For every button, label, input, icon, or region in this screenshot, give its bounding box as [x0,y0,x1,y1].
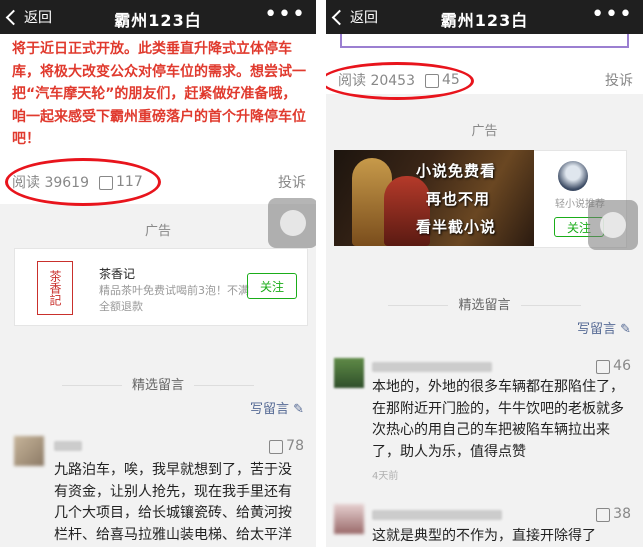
ad-description: 精品茶叶免费试喝前3泡！不满全额退款 [99,284,249,313]
ad-card[interactable]: 茶香記 茶香记 精品茶叶免费试喝前3泡！不满全额退款 关注 [14,248,308,326]
comment-author [54,441,82,451]
more-options-button[interactable]: ••• [591,2,633,27]
annotation-ellipse [5,158,161,206]
comment-likes[interactable]: 46 [596,358,631,374]
comment-avatar[interactable] [334,504,364,534]
ad-name: 茶香记 [99,267,136,281]
featured-comments-title: 精选留言 [326,294,643,313]
article-text: 将于近日正式开放。此类垂直升降式立体停车库，将极大改变公众对停车位的需求。想尝试… [12,41,306,147]
comment-author [372,362,492,372]
comment-text: 这就是典型的不作为，直接开除得了 [372,528,596,544]
comment-text: 九路泊车，唉，我早就想到了，苦于没有资金，让别人抢先，现在我手里还有几个大项目，… [54,462,292,543]
banner-text: 看半截小说 [416,218,497,236]
thumb-up-icon [596,360,611,374]
left-screenshot: 返回 霸州123白 ••• 将于近日正式开放。此类垂直升降式立体停车库，将极大改… [0,0,316,547]
nav-bar: 返回 霸州123白 ••• [326,0,643,34]
annotation-ellipse [326,62,474,100]
follow-button[interactable]: 关注 [247,273,297,299]
banner-text: 再也不用 [426,190,491,208]
comment-likes[interactable]: 38 [596,506,631,522]
featured-comments-title: 精选留言 [0,374,316,393]
comment-avatar[interactable] [334,358,364,388]
comment-time: 4天前 [372,471,399,482]
ad-avatar [558,161,588,191]
report-link[interactable]: 投诉 [605,70,633,90]
more-options-button[interactable]: ••• [264,2,306,27]
comment-avatar[interactable] [14,436,44,466]
floating-assistive-button[interactable] [268,198,316,248]
thumb-up-icon [269,440,284,454]
write-comment-link[interactable]: 写留言 ✎ [577,318,631,337]
content-box-edge [340,34,629,48]
ad-logo: 茶香記 [37,261,73,315]
comment-text: 本地的，外地的很多车辆都在那陷住了，在那附近开门脸的，牛牛饮吧的老板就多次热心的… [372,379,624,460]
thumb-up-icon [596,508,611,522]
banner-text: 小说免费看 [416,162,497,180]
ad-banner-image[interactable]: 小说免费看 再也不用 看半截小说 [334,150,534,246]
ad-label: 广告 [471,124,498,139]
write-comment-link[interactable]: 写留言 ✎ [250,398,304,417]
report-link[interactable]: 投诉 [278,172,306,192]
floating-assistive-button[interactable] [588,200,638,250]
comment-author [372,510,502,520]
right-screenshot: 返回 霸州123白 ••• 阅读 20453 45 投诉 广告 小说免费看 再也… [326,0,643,547]
comment-likes[interactable]: 78 [269,438,304,454]
nav-bar: 返回 霸州123白 ••• [0,0,316,34]
